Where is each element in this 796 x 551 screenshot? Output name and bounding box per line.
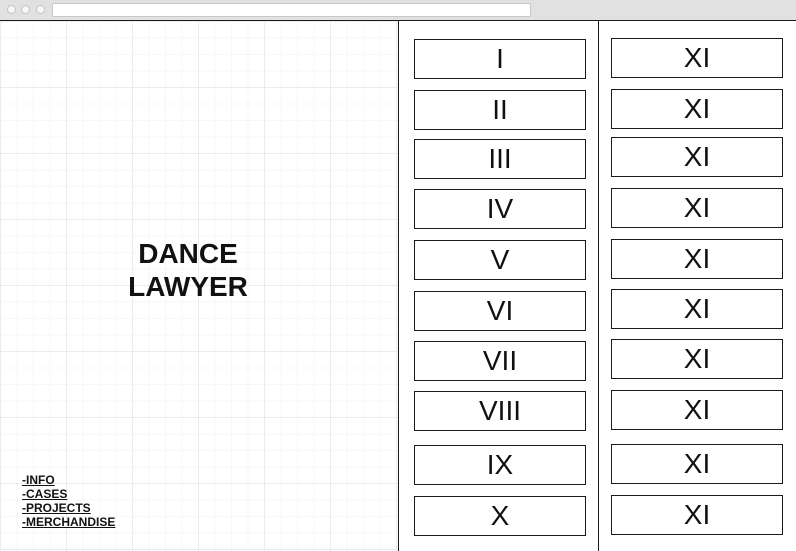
- tile-ii[interactable]: II: [414, 90, 586, 130]
- column-divider-right: [598, 21, 599, 551]
- nav-link-cases[interactable]: -CASES: [22, 487, 115, 501]
- site-title-line2: LAWYER: [128, 271, 248, 302]
- browser-chrome: [0, 0, 796, 21]
- tile-xi[interactable]: XI: [611, 239, 783, 279]
- nav-link-info[interactable]: -INFO: [22, 473, 115, 487]
- tile-xi[interactable]: XI: [611, 188, 783, 228]
- tile-x[interactable]: X: [414, 496, 586, 536]
- address-bar[interactable]: [52, 3, 531, 17]
- window-minimize-dot[interactable]: [21, 5, 30, 14]
- tile-i[interactable]: I: [414, 39, 586, 79]
- window-close-dot[interactable]: [7, 5, 16, 14]
- nav-link-merchandise[interactable]: -MERCHANDISE: [22, 515, 115, 529]
- tile-xi[interactable]: XI: [611, 137, 783, 177]
- tile-v[interactable]: V: [414, 240, 586, 280]
- tile-vi[interactable]: VI: [414, 291, 586, 331]
- tile-iv[interactable]: IV: [414, 189, 586, 229]
- tile-iii[interactable]: III: [414, 139, 586, 179]
- nav-link-projects[interactable]: -PROJECTS: [22, 501, 115, 515]
- window-maximize-dot[interactable]: [36, 5, 45, 14]
- tile-xi[interactable]: XI: [611, 89, 783, 129]
- tile-xi[interactable]: XI: [611, 495, 783, 535]
- tile-xi[interactable]: XI: [611, 289, 783, 329]
- tile-xi[interactable]: XI: [611, 390, 783, 430]
- site-title-line1: DANCE: [138, 238, 238, 269]
- tile-ix[interactable]: IX: [414, 445, 586, 485]
- tile-vii[interactable]: VII: [414, 341, 586, 381]
- site-title: DANCE LAWYER: [88, 237, 288, 303]
- column-divider-left: [398, 21, 399, 551]
- tile-xi[interactable]: XI: [611, 444, 783, 484]
- tile-xi[interactable]: XI: [611, 38, 783, 78]
- tile-viii[interactable]: VIII: [414, 391, 586, 431]
- grid-panel: DANCE LAWYER -INFO -CASES -PROJECTS -MER…: [0, 21, 398, 551]
- nav-links: -INFO -CASES -PROJECTS -MERCHANDISE: [22, 473, 115, 529]
- tile-xi[interactable]: XI: [611, 339, 783, 379]
